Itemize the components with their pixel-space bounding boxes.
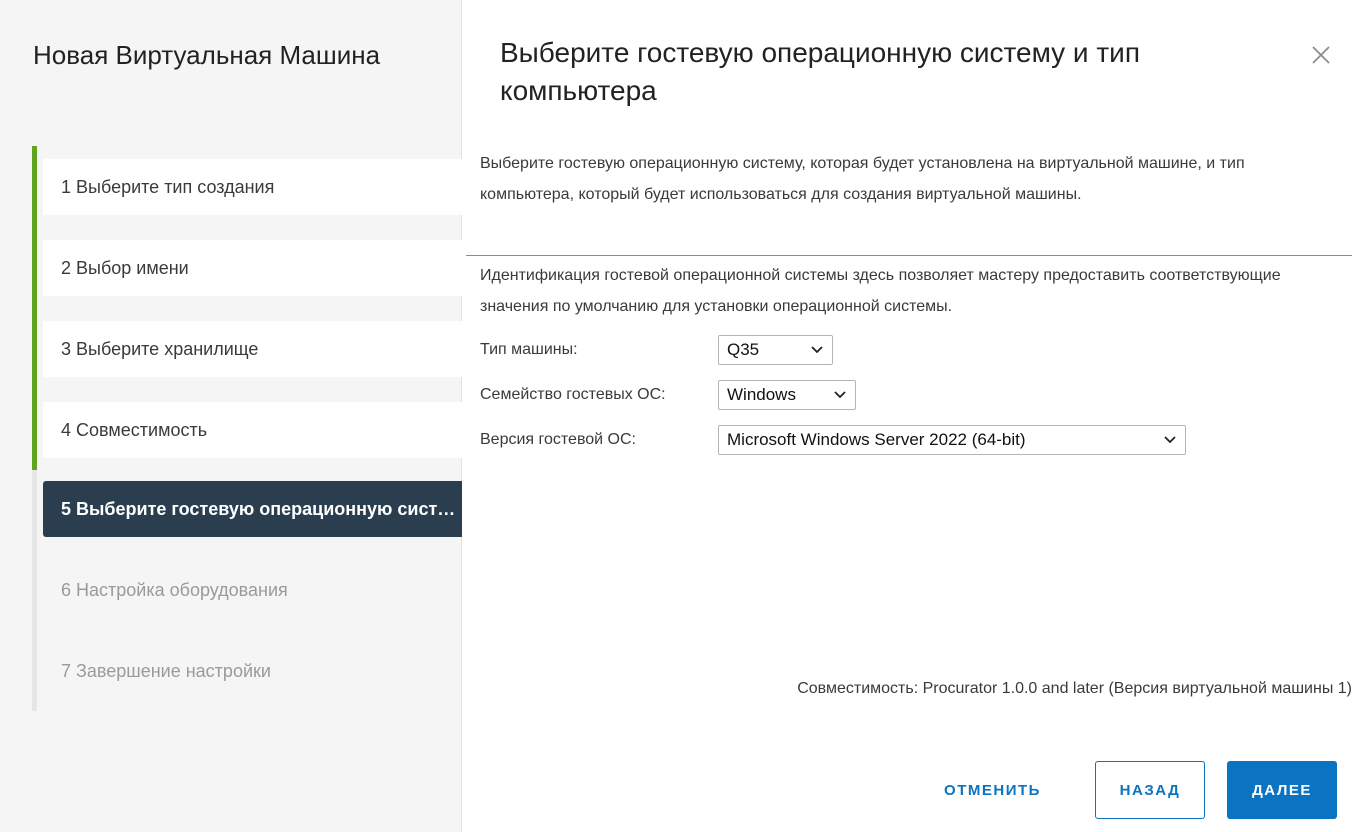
chevron-down-icon (1164, 436, 1176, 444)
steps-progress-done (32, 146, 37, 470)
cancel-button[interactable]: ОТМЕНИТЬ (915, 761, 1070, 819)
description-text-2: Идентификация гостевой операционной сист… (480, 267, 1281, 315)
compatibility-note: Совместимость: Procurator 1.0.0 and late… (797, 680, 1352, 697)
step-compatibility[interactable]: 4 Совместимость (43, 402, 462, 458)
wizard-title: Новая Виртуальная Машина (33, 40, 381, 70)
step-customize-hardware: 6 Настройка оборудования (43, 562, 462, 618)
step-label: 2 Выбор имени (61, 257, 189, 278)
description-text: Выберите гостевую операционную систему, … (480, 155, 1245, 203)
step-label: 1 Выберите тип создания (61, 176, 275, 197)
page-title: Выберите гостевую операционную систему и… (500, 37, 1140, 106)
step-label: 5 Выберите гостевую операционную систему (61, 498, 461, 519)
machine-type-label: Тип машины: (480, 341, 578, 358)
step-select-storage[interactable]: 3 Выберите хранилище (43, 321, 462, 377)
step-label: 7 Завершение настройки (61, 660, 271, 681)
chevron-down-icon (834, 391, 846, 399)
os-family-select[interactable]: Windows (718, 380, 856, 410)
step-ready-to-complete: 7 Завершение настройки (43, 643, 462, 699)
os-family-label: Семейство гостевых ОС: (480, 386, 666, 403)
machine-type-select[interactable]: Q35 (718, 335, 833, 365)
os-version-value: Microsoft Windows Server 2022 (64-bit) (727, 430, 1026, 449)
close-icon (1312, 46, 1330, 64)
step-select-guest-os[interactable]: 5 Выберите гостевую операционную систему (43, 481, 462, 537)
next-button[interactable]: ДАЛЕЕ (1227, 761, 1337, 819)
step-select-creation-type[interactable]: 1 Выберите тип создания (43, 159, 462, 215)
chevron-down-icon (811, 346, 823, 354)
os-family-row: Семейство гостевых ОС: Windows (480, 380, 880, 410)
os-family-value: Windows (727, 385, 796, 404)
os-version-row: Версия гостевой ОС: Microsoft Windows Se… (480, 425, 1200, 455)
machine-type-value: Q35 (727, 340, 760, 359)
divider (466, 255, 1352, 256)
step-label: 4 Совместимость (61, 419, 208, 440)
os-version-label: Версия гостевой ОС: (480, 431, 636, 448)
step-label: 3 Выберите хранилище (61, 338, 259, 359)
close-button[interactable] (1306, 40, 1336, 70)
step-select-name[interactable]: 2 Выбор имени (43, 240, 462, 296)
back-button[interactable]: НАЗАД (1095, 761, 1205, 819)
step-label: 6 Настройка оборудования (61, 579, 288, 600)
wizard-sidebar: Новая Виртуальная Машина 1 Выберите тип … (0, 0, 462, 832)
os-version-select[interactable]: Microsoft Windows Server 2022 (64-bit) (718, 425, 1186, 455)
machine-type-row: Тип машины: Q35 (480, 335, 880, 365)
